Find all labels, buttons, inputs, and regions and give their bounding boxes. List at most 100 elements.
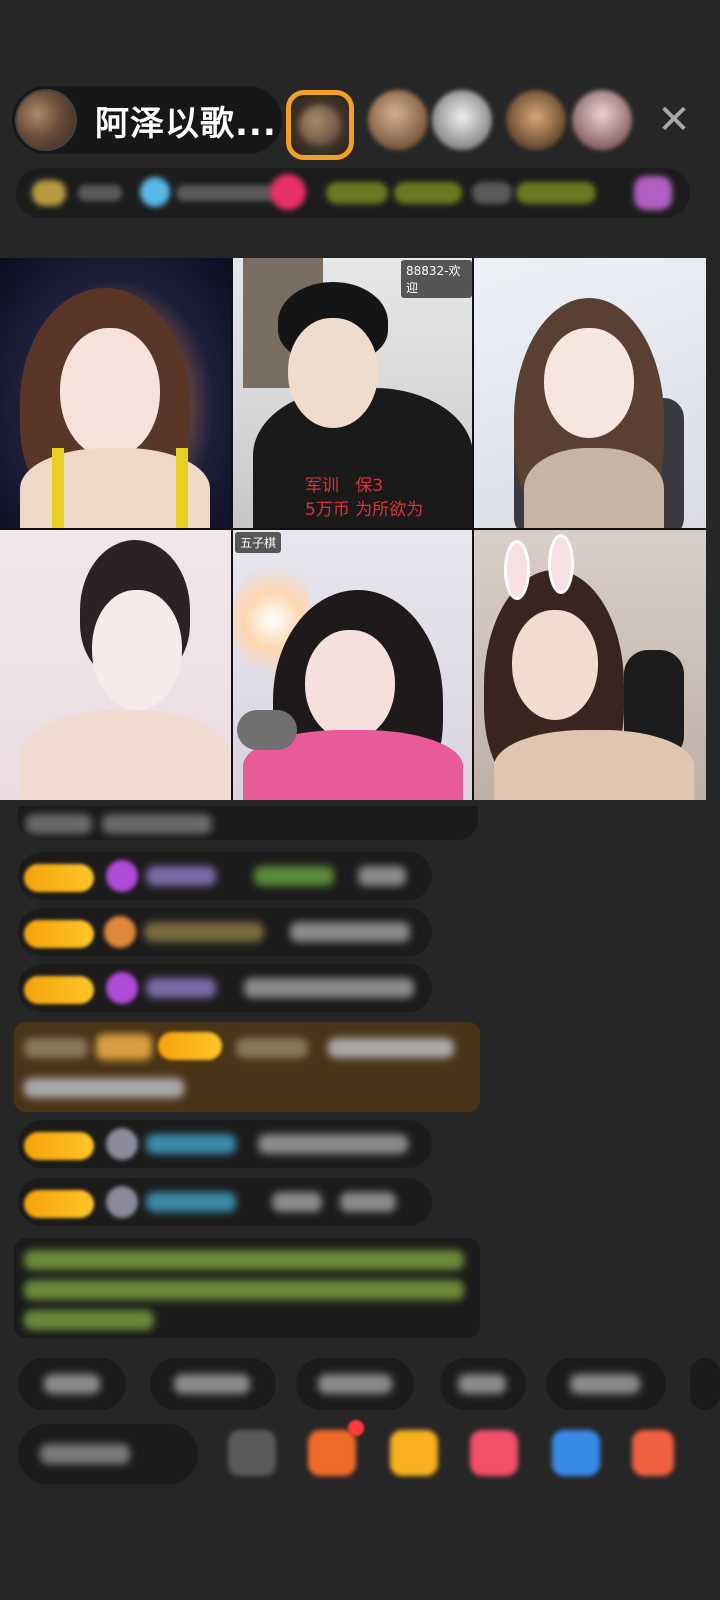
- guest-body: [524, 448, 664, 528]
- gem-icon: [106, 1186, 138, 1218]
- host-info-pill[interactable]: 阿泽以歌...: [12, 86, 282, 154]
- chat-text: [102, 814, 212, 834]
- level-badge: [24, 920, 94, 948]
- fans-icon: [140, 177, 170, 207]
- chat-text: [24, 1078, 184, 1098]
- comment-placeholder: [40, 1444, 130, 1464]
- level-badge: [24, 1132, 94, 1160]
- chip-text: [458, 1374, 506, 1394]
- chip-text: [174, 1374, 250, 1394]
- level-badge: [24, 976, 94, 1004]
- multi-guest-video-grid: 88832-欢迎 军训 保3 5万币 为所欲为 五子棋: [0, 258, 706, 800]
- bunny-ear: [548, 534, 574, 594]
- chat-message[interactable]: [18, 806, 478, 840]
- chat-text: [290, 922, 410, 942]
- emoji-icon[interactable]: [228, 1430, 276, 1476]
- level-badge: [24, 864, 94, 892]
- guest-face: [305, 630, 395, 740]
- top-viewer-avatar[interactable]: [286, 90, 354, 160]
- guest-video-tile[interactable]: [0, 258, 231, 528]
- guest-video-tile[interactable]: 88832-欢迎 军训 保3 5万币 为所欲为: [233, 258, 472, 528]
- guest-face: [288, 318, 378, 428]
- system-notice: [14, 1238, 480, 1338]
- tag-chip: [472, 182, 512, 204]
- chat-text: [26, 814, 92, 834]
- host-avatar[interactable]: [15, 89, 77, 151]
- guest-face: [512, 610, 598, 720]
- rank-badge-bar[interactable]: [16, 168, 690, 218]
- top-viewer-avatar[interactable]: [506, 90, 566, 150]
- tag-chip: [326, 182, 388, 204]
- heart-icon[interactable]: [270, 174, 306, 210]
- chat-text: [244, 978, 414, 998]
- share-icon[interactable]: [552, 1430, 600, 1476]
- red-packet-icon[interactable]: [308, 1430, 356, 1476]
- chat-message[interactable]: [18, 908, 432, 956]
- guest-body: [20, 710, 230, 800]
- chat-username: [144, 922, 264, 942]
- game-icon[interactable]: [470, 1430, 518, 1476]
- microphone: [237, 710, 297, 750]
- chat-message[interactable]: [18, 1120, 432, 1168]
- chat-text: [358, 866, 406, 886]
- host-name: 阿泽以歌...: [95, 103, 277, 144]
- guest-video-tile[interactable]: [474, 530, 706, 800]
- tag-chip: [394, 182, 462, 204]
- fans-text: [176, 185, 276, 201]
- top-viewer-avatar[interactable]: [432, 90, 492, 150]
- quick-phrase-chip[interactable]: [690, 1358, 720, 1410]
- guest-face: [92, 590, 182, 710]
- chat-text: [258, 1134, 408, 1154]
- strap: [176, 448, 188, 528]
- overlay-caption: 军训 保3 5万币 为所欲为: [305, 476, 424, 520]
- gem-icon: [104, 916, 136, 948]
- chat-text: [340, 1192, 396, 1212]
- chip-text: [570, 1374, 640, 1394]
- chat-username: [146, 978, 216, 998]
- notice-text: [24, 1280, 464, 1300]
- tile-tag: 88832-欢迎: [401, 260, 472, 298]
- tile-tag: 五子棋: [235, 532, 282, 553]
- gem-icon: [106, 972, 138, 1004]
- top-viewer-avatar[interactable]: [572, 90, 632, 150]
- rank-icon: [32, 180, 66, 206]
- gem-icon: [106, 860, 138, 892]
- guest-video-tile[interactable]: 五子棋: [233, 530, 472, 800]
- close-icon[interactable]: ✕: [650, 96, 698, 144]
- chat-message[interactable]: [18, 852, 432, 900]
- guest-body: [494, 730, 694, 800]
- chat-text: [272, 1192, 322, 1212]
- guest-video-tile[interactable]: [474, 258, 706, 528]
- guest-face: [544, 328, 634, 438]
- notification-dot: [348, 1420, 364, 1436]
- gift-icon[interactable]: [390, 1430, 438, 1476]
- chat-text: [254, 866, 334, 886]
- more-icon[interactable]: [632, 1430, 674, 1476]
- more-icon[interactable]: [634, 176, 672, 210]
- chat-message[interactable]: [18, 964, 432, 1012]
- quick-phrase-chip[interactable]: [18, 1358, 126, 1410]
- top-viewer-avatar[interactable]: [368, 90, 428, 150]
- bunny-ear: [504, 540, 530, 600]
- rank-text: [78, 185, 122, 201]
- guest-face: [60, 328, 160, 458]
- comment-input[interactable]: [18, 1424, 198, 1484]
- gift-message[interactable]: [14, 1022, 480, 1112]
- chat-username: [146, 1192, 236, 1212]
- level-badge: [158, 1032, 222, 1060]
- badge-chip: [96, 1034, 152, 1060]
- chat-username: [146, 1134, 236, 1154]
- level-badge: [24, 1190, 94, 1218]
- chat-username: [236, 1038, 308, 1058]
- quick-phrase-chip[interactable]: [546, 1358, 666, 1410]
- quick-phrase-chip[interactable]: [440, 1358, 526, 1410]
- notice-text: [24, 1310, 154, 1330]
- notice-text: [24, 1250, 464, 1270]
- guest-video-tile[interactable]: [0, 530, 231, 800]
- strap: [52, 448, 64, 528]
- quick-phrase-chip[interactable]: [150, 1358, 276, 1410]
- chat-message[interactable]: [18, 1178, 432, 1226]
- tag-chip: [516, 182, 596, 204]
- quick-phrase-chip[interactable]: [296, 1358, 414, 1410]
- gem-icon: [106, 1128, 138, 1160]
